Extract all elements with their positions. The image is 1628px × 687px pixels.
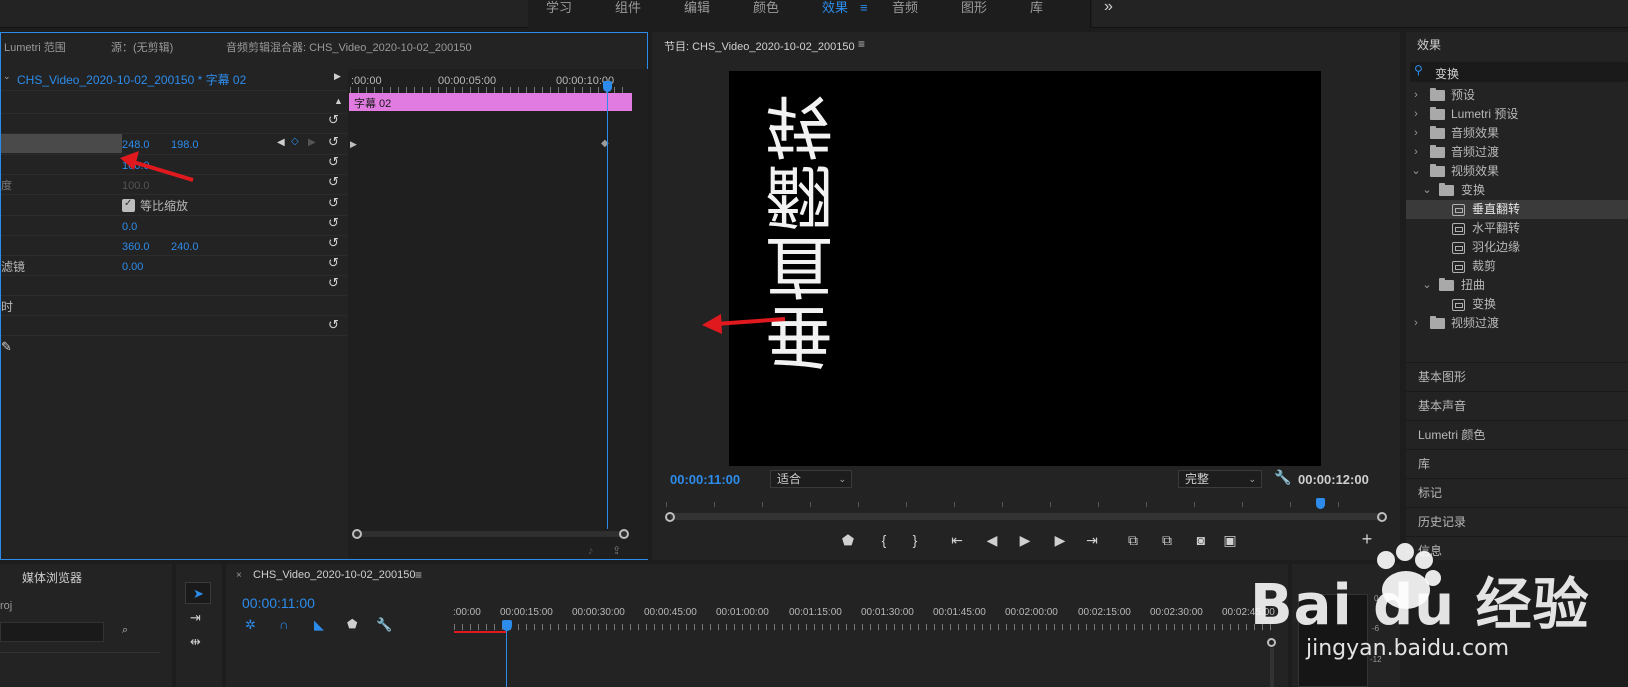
red-arrow-program-monitor: [702, 314, 786, 334]
red-arrow-left-panel: [120, 151, 194, 182]
annotation-overlay: [120, 151, 786, 334]
